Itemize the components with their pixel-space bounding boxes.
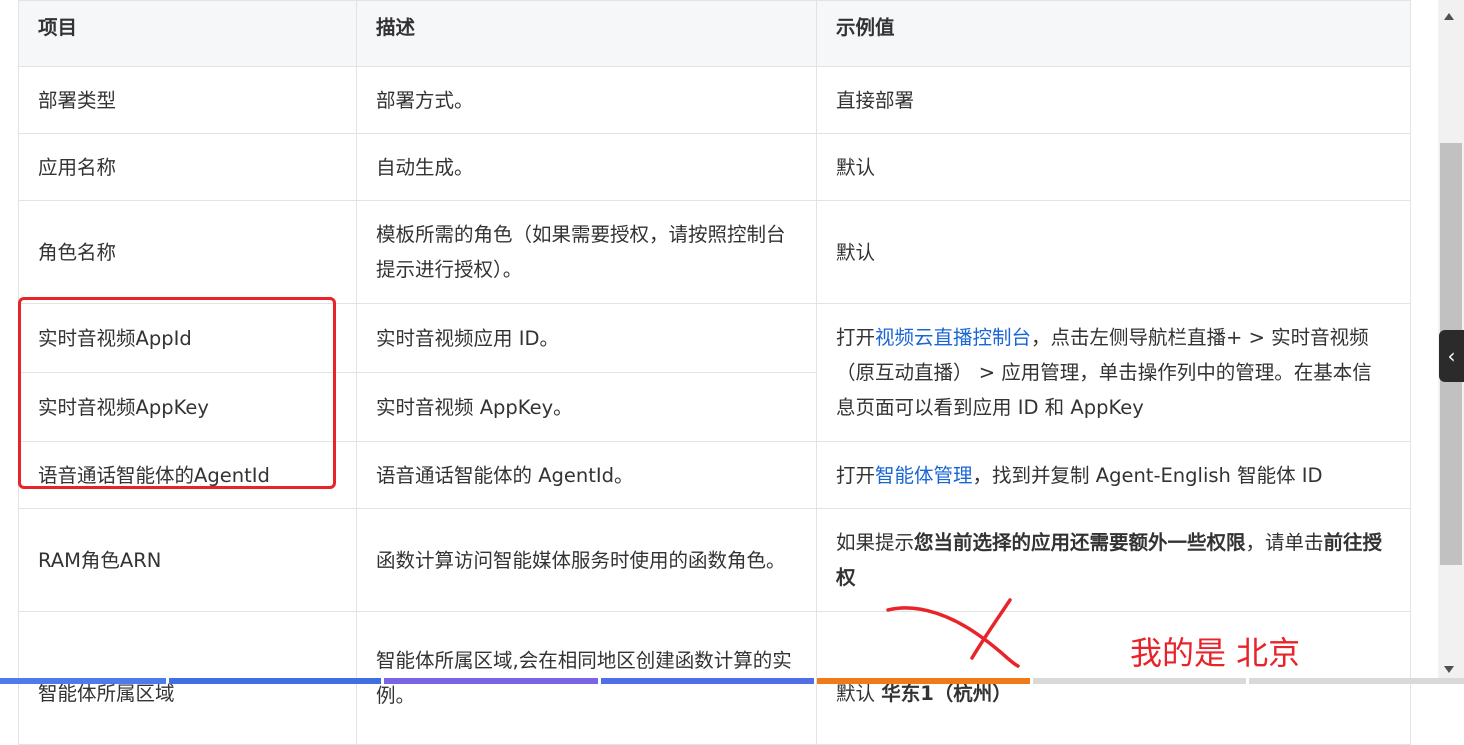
table-row: 语音通话智能体的AgentId 语音通话智能体的 AgentId。 打开智能体管… [18, 441, 1411, 509]
scroll-down-arrow-icon[interactable] [1444, 666, 1454, 673]
cell-example: 直接部署 [816, 66, 1411, 134]
example-emphasis: 您当前选择的应用还需要额外一些权限 [914, 531, 1246, 554]
cell-description: 模板所需的角色（如果需要授权，请按照控制台提示进行授权）。 [356, 200, 817, 304]
agent-management-link[interactable]: 智能体管理 [875, 464, 973, 487]
taskbar-segment[interactable] [817, 678, 1030, 684]
example-prefix: 如果提示 [836, 531, 915, 554]
cell-item: 实时音视频AppKey [18, 372, 357, 442]
cell-description: 函数计算访问智能媒体服务时使用的函数角色。 [356, 508, 817, 612]
live-console-link[interactable]: 视频云直播控制台 [875, 326, 1031, 349]
cell-description: 实时音视频应用 ID。 [356, 303, 817, 373]
taskbar-segment[interactable] [0, 678, 166, 684]
header-description: 描述 [356, 0, 817, 67]
table-row: RAM角色ARN 函数计算访问智能媒体服务时使用的函数角色。 如果提示您当前选择… [18, 508, 1411, 612]
cell-description: 语音通话智能体的 AgentId。 [356, 441, 817, 509]
cell-description: 实时音视频 AppKey。 [356, 372, 817, 442]
taskbar-segment[interactable] [1249, 678, 1464, 684]
header-item: 项目 [18, 0, 357, 67]
scroll-up-arrow-icon[interactable] [1444, 13, 1454, 20]
example-prefix: 默认 [836, 681, 882, 705]
table-header-row: 项目 描述 示例值 [18, 0, 1411, 67]
chevron-left-icon: ‹ [1447, 344, 1456, 368]
cell-item: RAM角色ARN [18, 508, 357, 612]
example-prefix: 打开 [836, 463, 876, 487]
taskbar-segment[interactable] [169, 678, 381, 684]
cell-example: 打开智能体管理，找到并复制 Agent-English 智能体 ID [816, 441, 1411, 509]
example-middle: ，请单击 [1245, 531, 1324, 554]
side-panel-toggle-button[interactable]: ‹ [1439, 330, 1464, 382]
table-row: 角色名称 模板所需的角色（如果需要授权，请按照控制台提示进行授权）。 默认 [18, 200, 1411, 304]
taskbar-segment[interactable] [601, 678, 814, 684]
taskbar-segment[interactable] [384, 678, 598, 684]
example-prefix: 打开 [836, 326, 876, 349]
cell-item: 角色名称 [18, 200, 357, 304]
cell-example: 默认 [816, 200, 1411, 304]
header-example: 示例值 [816, 0, 1411, 67]
cell-item: 应用名称 [18, 133, 357, 201]
annotation-note: 我的是 北京 [1130, 634, 1301, 672]
cell-item: 语音通话智能体的AgentId [18, 441, 357, 509]
cell-example: 如果提示您当前选择的应用还需要额外一些权限，请单击前往授权 [816, 508, 1411, 612]
cell-item: 实时音视频AppId [18, 303, 357, 373]
table-row: 应用名称 自动生成。 默认 [18, 133, 1411, 201]
example-suffix: ，找到并复制 Agent-English 智能体 ID [972, 463, 1323, 487]
cell-item: 部署类型 [18, 66, 357, 134]
taskbar-segment[interactable] [1033, 678, 1246, 684]
cell-description: 自动生成。 [356, 133, 817, 201]
table-row: 部署类型 部署方式。 直接部署 [18, 66, 1411, 134]
region-emphasis: 华东1（杭州） [881, 681, 1012, 705]
cell-description: 部署方式。 [356, 66, 817, 134]
cell-example: 默认 [816, 133, 1411, 201]
cell-example-merged: 打开视频云直播控制台，点击左侧导航栏直播+ > 实时音视频（原互动直播） > 应… [816, 303, 1411, 442]
table-row: 实时音视频AppId 实时音视频应用 ID。 打开视频云直播控制台，点击左侧导航… [18, 303, 1411, 442]
bottom-taskbar-strip [0, 678, 1464, 684]
